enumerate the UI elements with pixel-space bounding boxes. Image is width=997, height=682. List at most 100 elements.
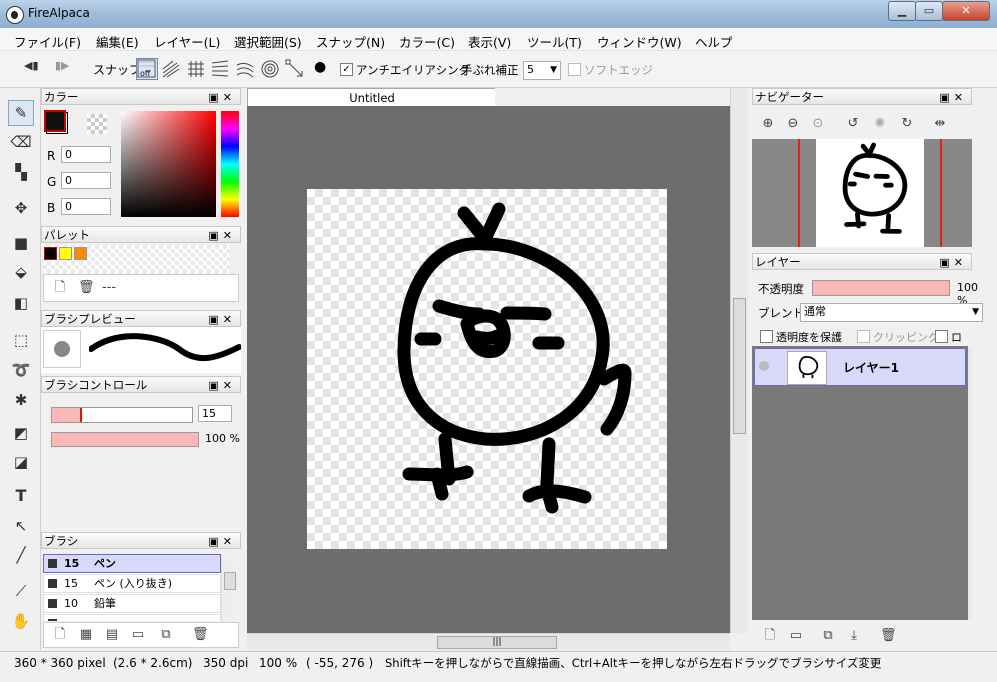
- menu-view[interactable]: 表示(V): [468, 32, 511, 51]
- snap-curve-button[interactable]: [234, 58, 256, 80]
- new-brush-icon[interactable]: 🗋: [52, 627, 68, 643]
- close-button[interactable]: ✕: [942, 1, 990, 21]
- visibility-icon[interactable]: [759, 361, 769, 371]
- new-layer-icon[interactable]: 🗋: [762, 628, 778, 644]
- rotate-reset-icon[interactable]: ✺: [872, 116, 888, 132]
- panel-float-close-icon[interactable]: ▣✕: [208, 377, 236, 394]
- maximize-button[interactable]: ▭: [915, 1, 943, 21]
- primary-color-swatch[interactable]: [44, 110, 66, 132]
- menu-window[interactable]: ウィンドウ(W): [597, 32, 682, 51]
- pen-tool-icon[interactable]: ✎: [8, 100, 34, 126]
- fill-rect-tool-icon[interactable]: ■: [9, 231, 33, 255]
- trash-icon[interactable]: 🗑: [192, 627, 209, 643]
- new-palette-icon[interactable]: 🗋: [52, 280, 68, 296]
- rotate-right-icon[interactable]: ↻: [899, 116, 915, 132]
- operation-tool-icon[interactable]: ↖: [9, 514, 33, 538]
- document-canvas[interactable]: [307, 189, 667, 549]
- palette-swatch[interactable]: [59, 247, 72, 260]
- brush-list-item[interactable]: 10 鉛筆: [43, 594, 221, 613]
- select-eraser-tool-icon[interactable]: ◪: [9, 450, 33, 474]
- flip-icon[interactable]: ⇹: [932, 116, 948, 132]
- panel-float-close-icon[interactable]: ▣✕: [208, 311, 236, 328]
- eyedropper-tool-icon[interactable]: ⟋: [9, 579, 33, 603]
- zoom-fit-icon[interactable]: ⊙: [810, 116, 826, 132]
- lock-checkbox[interactable]: [935, 330, 948, 343]
- canvas-vertical-scrollbar[interactable]: [730, 88, 748, 633]
- r-input[interactable]: 0: [61, 146, 111, 163]
- delete-layer-icon[interactable]: 🗑: [880, 628, 897, 644]
- snap-dot-icon[interactable]: ●: [314, 59, 326, 75]
- blend-select[interactable]: 通常 ▼: [800, 303, 983, 322]
- menu-tool[interactable]: ツール(T): [527, 32, 582, 51]
- stabilizer-select[interactable]: 5 ▼: [523, 61, 561, 80]
- b-input[interactable]: 0: [61, 198, 111, 215]
- layer-opacity-slider[interactable]: [812, 280, 950, 296]
- palette-swatch[interactable]: [44, 247, 57, 260]
- new-folder-icon[interactable]: ▭: [788, 628, 804, 644]
- snap-perspective-button[interactable]: [209, 58, 231, 80]
- menu-help[interactable]: ヘルプ: [695, 32, 733, 51]
- layer-row[interactable]: レイヤー1: [754, 348, 966, 386]
- panel-float-close-icon[interactable]: ▣✕: [208, 227, 236, 244]
- dot-tool-icon[interactable]: ▚: [9, 160, 33, 184]
- transparent-color-swatch[interactable]: [87, 114, 107, 134]
- select-tool-icon[interactable]: ⬚: [9, 328, 33, 352]
- brush-list-item[interactable]: 15 ペン (入り抜き): [43, 574, 221, 593]
- canvas-horizontal-scrollbar[interactable]: |||: [247, 633, 730, 651]
- brush-list-item[interactable]: [43, 614, 221, 621]
- minimize-button[interactable]: ▁: [888, 1, 916, 21]
- hue-slider[interactable]: [221, 111, 239, 217]
- brush-opacity-slider[interactable]: [51, 432, 199, 447]
- zoom-out-icon[interactable]: ⊖: [785, 116, 801, 132]
- g-input[interactable]: 0: [61, 172, 111, 189]
- panel-float-close-icon[interactable]: ▣✕: [208, 89, 236, 106]
- next-frame-icon[interactable]: ▮▶: [55, 59, 70, 72]
- soft-edge-checkbox[interactable]: [568, 63, 581, 76]
- menu-selection[interactable]: 選択範囲(S): [234, 32, 302, 51]
- duplicate-layer-icon[interactable]: ⧉: [820, 628, 836, 644]
- panel-float-close-icon[interactable]: ▣✕: [208, 533, 236, 550]
- duplicate-icon[interactable]: ⧉: [158, 627, 174, 643]
- trash-icon[interactable]: 🗑: [78, 280, 95, 296]
- layer-name[interactable]: レイヤー1: [843, 359, 899, 376]
- rotate-left-icon[interactable]: ↺: [845, 116, 861, 132]
- saturation-value-picker[interactable]: [121, 111, 216, 217]
- hand-tool-icon[interactable]: ✋: [9, 609, 33, 633]
- panel-float-close-icon[interactable]: ▣✕: [939, 89, 967, 106]
- menu-file[interactable]: ファイル(F): [14, 32, 81, 51]
- brush-size-input[interactable]: 15: [198, 405, 232, 422]
- brush-script-icon[interactable]: ▤: [104, 627, 120, 643]
- divide-tool-icon[interactable]: ╱: [9, 543, 33, 567]
- brush-list-scrollbar[interactable]: [221, 554, 238, 621]
- clipping-checkbox[interactable]: [857, 330, 870, 343]
- menu-snap[interactable]: スナップ(N): [316, 32, 385, 51]
- snap-parallel-button[interactable]: [160, 58, 182, 80]
- menu-layer[interactable]: レイヤー(L): [154, 32, 220, 51]
- preserve-alpha-checkbox[interactable]: [760, 330, 773, 343]
- snap-concentric-button[interactable]: [259, 58, 281, 80]
- menu-color[interactable]: カラー(C): [399, 32, 455, 51]
- prev-frame-icon[interactable]: ◀▮: [24, 59, 39, 72]
- tab-untitled[interactable]: Untitled: [247, 88, 497, 107]
- brush-list-item[interactable]: 15 ペン: [43, 554, 221, 573]
- brush-size-slider[interactable]: [51, 407, 193, 423]
- palette-swatch[interactable]: [74, 247, 87, 260]
- panel-float-close-icon[interactable]: ▣✕: [939, 254, 967, 271]
- merge-down-icon[interactable]: ⤓: [846, 628, 862, 644]
- folder-icon[interactable]: ▭: [130, 627, 146, 643]
- snap-grid-button[interactable]: [185, 58, 207, 80]
- move-tool-icon[interactable]: ✥: [9, 196, 33, 220]
- snap-edit-button[interactable]: [284, 58, 306, 80]
- magic-wand-tool-icon[interactable]: ✱: [9, 388, 33, 412]
- bucket-tool-icon[interactable]: ⬙: [9, 260, 33, 284]
- select-pen-tool-icon[interactable]: ◩: [9, 421, 33, 445]
- antialias-checkbox[interactable]: ✓: [340, 63, 353, 76]
- menu-edit[interactable]: 編集(E): [96, 32, 139, 51]
- lasso-tool-icon[interactable]: ➰: [9, 358, 33, 382]
- text-tool-icon[interactable]: T: [9, 484, 33, 508]
- canvas-area[interactable]: [247, 106, 730, 633]
- gradient-tool-icon[interactable]: ◧: [9, 291, 33, 315]
- brush-settings-icon[interactable]: ▦: [78, 627, 94, 643]
- eraser-tool-icon[interactable]: ⌫: [9, 130, 33, 154]
- snap-off-button[interactable]: off: [136, 58, 158, 80]
